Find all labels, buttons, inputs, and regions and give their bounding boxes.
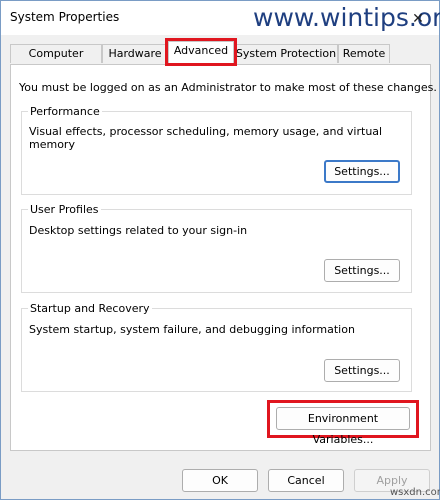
performance-settings-button[interactable]: Settings...: [324, 160, 400, 183]
tab-highlight-frame: [165, 38, 237, 66]
system-properties-window: System Properties www.wintips.org ✕ Comp…: [0, 0, 440, 500]
startup-recovery-description: System startup, system failure, and debu…: [29, 323, 355, 336]
cancel-button[interactable]: Cancel: [268, 469, 344, 492]
startup-recovery-label: Startup and Recovery: [28, 302, 152, 315]
performance-label: Performance: [28, 105, 102, 118]
environment-variables-button[interactable]: Environment Variables...: [276, 407, 410, 446]
performance-group: Performance Visual effects, processor sc…: [21, 105, 412, 195]
user-profiles-description: Desktop settings related to your sign-in: [29, 224, 248, 237]
tab-remote[interactable]: Remote: [338, 44, 390, 63]
tab-system-protection[interactable]: System Protection: [234, 44, 338, 63]
user-profiles-settings-button[interactable]: Settings...: [324, 259, 400, 282]
admin-notice: You must be logged on as an Administrato…: [19, 81, 437, 94]
close-icon[interactable]: ✕: [406, 7, 430, 31]
performance-description: Visual effects, processor scheduling, me…: [29, 125, 383, 151]
startup-recovery-settings-button[interactable]: Settings...: [324, 359, 400, 382]
tab-hardware[interactable]: Hardware: [102, 44, 168, 63]
window-title: System Properties: [10, 10, 120, 24]
title-bar: System Properties www.wintips.org ✕: [1, 1, 440, 35]
user-profiles-group: User Profiles Desktop settings related t…: [21, 203, 412, 293]
tab-computer-name[interactable]: Computer Name: [10, 44, 102, 78]
footer-watermark: wsxdn.com: [390, 487, 440, 498]
startup-recovery-group: Startup and Recovery System startup, sys…: [21, 302, 412, 392]
user-profiles-label: User Profiles: [28, 203, 101, 216]
ok-button[interactable]: OK: [182, 469, 258, 492]
